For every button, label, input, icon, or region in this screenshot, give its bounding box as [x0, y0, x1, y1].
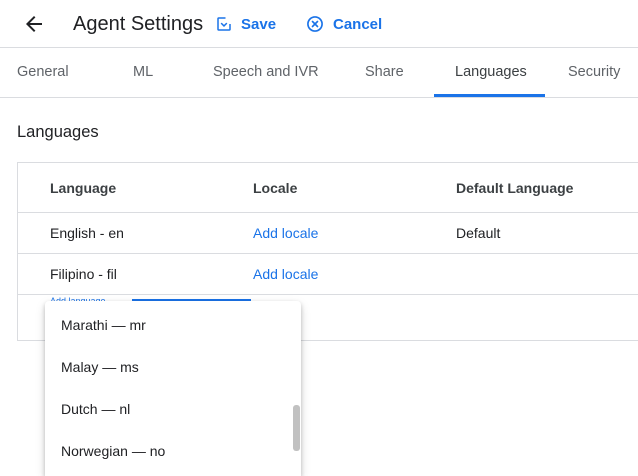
language-cell: Filipino - fil: [50, 266, 117, 282]
save-button[interactable]: Save: [215, 12, 276, 36]
language-option-dutch[interactable]: Dutch — nl: [45, 388, 301, 430]
arrow-back-icon: [26, 16, 42, 32]
section-title: Languages: [17, 123, 99, 141]
table-row: English - en Add locale Default: [18, 213, 638, 254]
save-download-icon: [217, 17, 231, 31]
active-tab-indicator: [434, 94, 545, 97]
tab-share[interactable]: Share: [365, 48, 404, 97]
tab-security[interactable]: Security: [568, 48, 620, 97]
tab-general[interactable]: General: [17, 48, 69, 97]
language-option-norwegian[interactable]: Norwegian — no: [45, 430, 301, 472]
cancel-button[interactable]: Cancel: [305, 12, 382, 36]
column-header-language: Language: [50, 180, 117, 196]
top-bar: Agent Settings Save Cancel: [0, 0, 638, 48]
table-header-row: Language Locale Default Language: [18, 163, 638, 213]
cancel-circle-icon: [307, 16, 323, 32]
tab-languages[interactable]: Languages: [455, 48, 527, 97]
page-title: Agent Settings: [73, 13, 204, 35]
language-options-dropdown[interactable]: Marathi — mr Malay — ms Dutch — nl Norwe…: [45, 301, 301, 476]
settings-tabs: General ML Speech and IVR Share Language…: [0, 48, 638, 98]
column-header-locale: Locale: [253, 180, 298, 196]
save-button-label: Save: [241, 15, 277, 33]
default-language-cell: Default: [456, 225, 501, 241]
tab-ml[interactable]: ML: [133, 48, 153, 97]
tab-speech-and-ivr[interactable]: Speech and IVR: [213, 48, 319, 97]
language-option-malay[interactable]: Malay — ms: [45, 346, 301, 388]
language-cell: English - en: [50, 225, 124, 241]
table-row: Filipino - fil Add locale: [18, 254, 638, 295]
dropdown-scrollbar[interactable]: [293, 405, 300, 451]
add-locale-link[interactable]: Add locale: [253, 266, 318, 282]
back-button[interactable]: [22, 12, 46, 36]
language-option-marathi[interactable]: Marathi — mr: [45, 304, 301, 346]
column-header-default-language: Default Language: [456, 180, 574, 196]
add-locale-link[interactable]: Add locale: [253, 225, 318, 241]
cancel-button-label: Cancel: [333, 15, 383, 33]
